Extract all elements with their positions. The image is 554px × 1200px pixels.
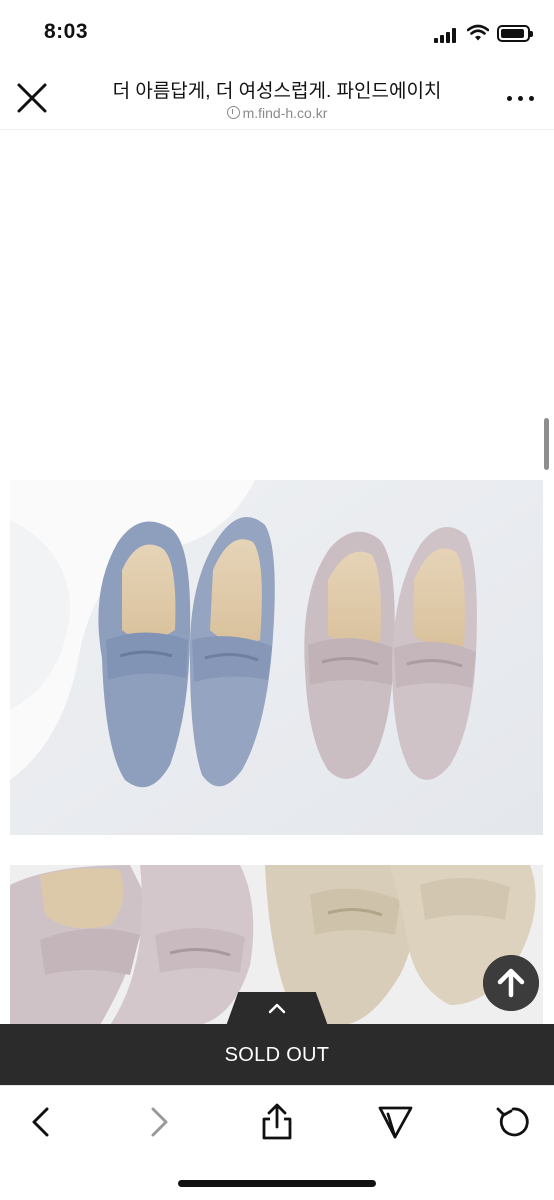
browser-header: 더 아름답게, 더 여성스럽게. 파인드에이치 m.find-h.co.kr: [0, 66, 554, 130]
chevron-up-icon: [268, 1003, 286, 1014]
page-url[interactable]: m.find-h.co.kr: [80, 105, 474, 121]
forward-icon[interactable]: [137, 1100, 181, 1144]
home-indicator: [178, 1180, 376, 1187]
battery-icon: [497, 25, 533, 42]
expand-tab[interactable]: [226, 992, 328, 1026]
cellular-signal-icon: [434, 27, 458, 43]
page-title: 더 아름답게, 더 여성스럽게. 파인드에이치: [112, 81, 442, 102]
share-icon[interactable]: [255, 1100, 299, 1144]
status-bar: 8:03: [0, 0, 554, 66]
close-icon[interactable]: [14, 80, 50, 116]
url-text: m.find-h.co.kr: [242, 105, 328, 121]
info-icon: [226, 106, 240, 119]
more-options-icon[interactable]: [506, 88, 536, 108]
refresh-icon[interactable]: [491, 1100, 535, 1144]
send-icon[interactable]: [373, 1100, 417, 1144]
wifi-icon: [467, 24, 489, 41]
soldout-label: SOLD OUT: [224, 1044, 330, 1066]
back-icon[interactable]: [19, 1100, 63, 1144]
product-image-blue-pink-loafers: [10, 480, 543, 835]
scroll-to-top-button[interactable]: [483, 955, 539, 1011]
status-time: 8:03: [44, 20, 89, 43]
scrollbar[interactable]: [544, 418, 549, 470]
